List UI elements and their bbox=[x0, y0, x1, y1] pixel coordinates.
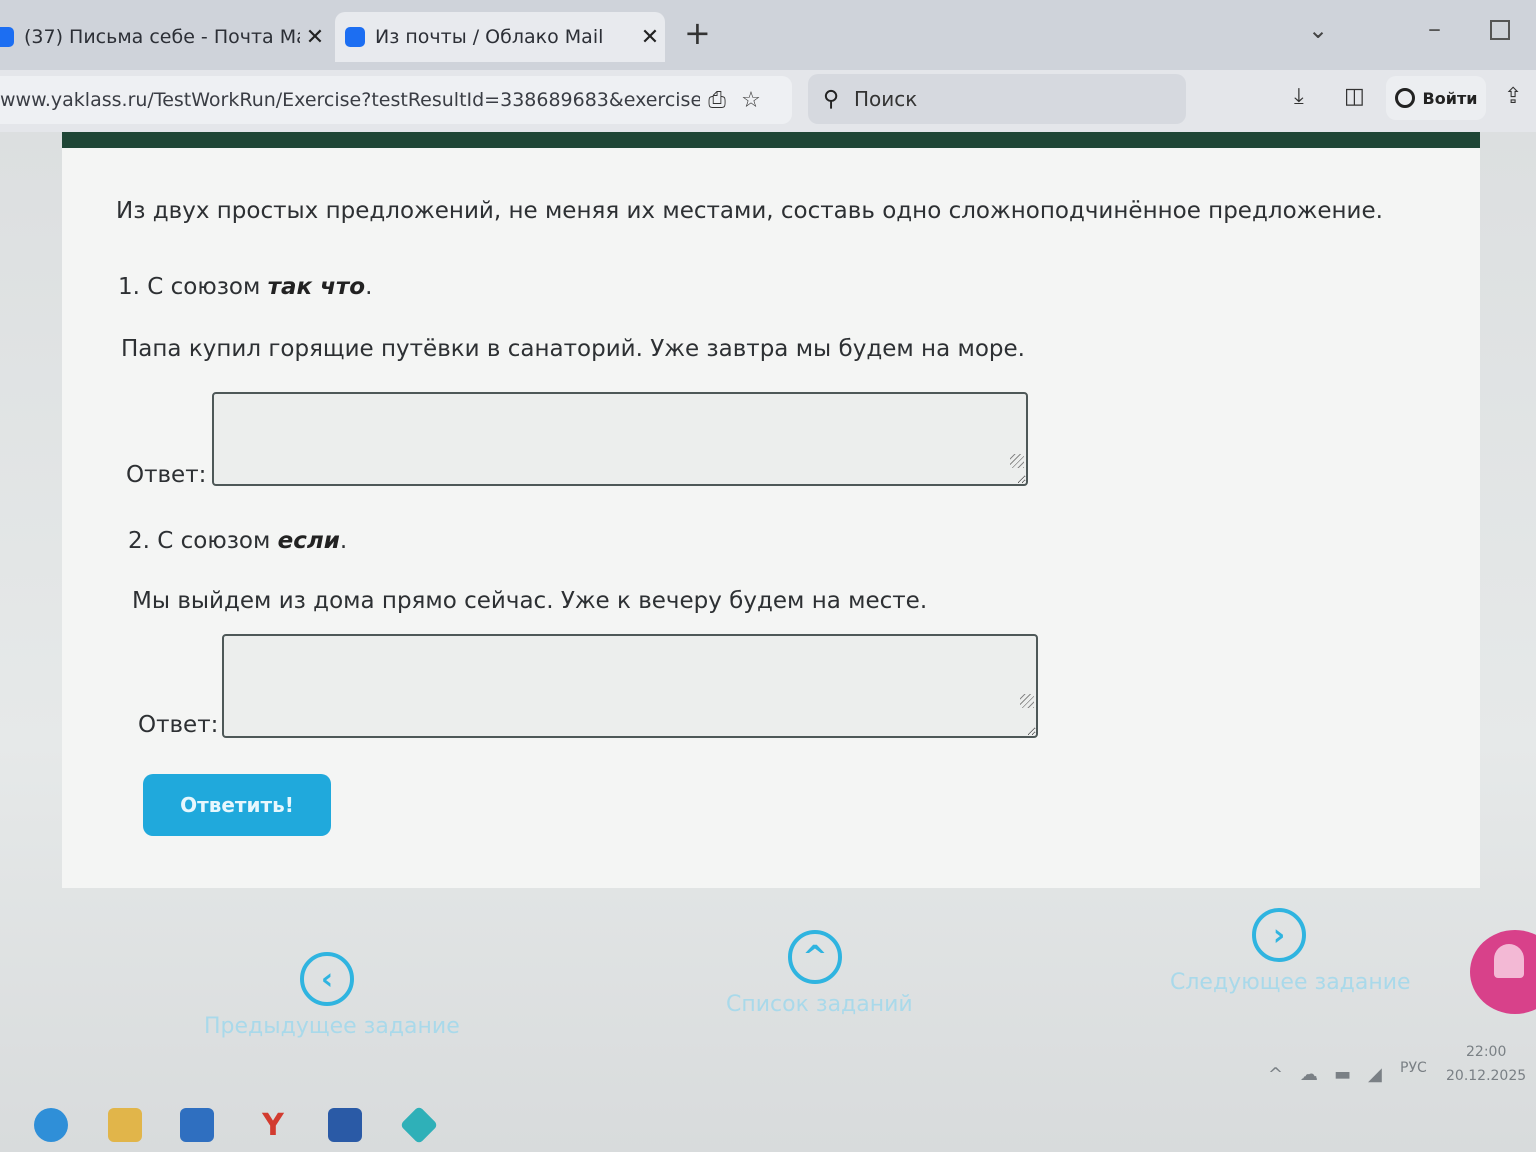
prev-task-link[interactable]: Предыдущее задание bbox=[204, 1014, 460, 1039]
item-1-sentence: Папа купил горящие путёвки в санаторий. … bbox=[121, 336, 1025, 362]
login-label: Войти bbox=[1422, 88, 1478, 108]
answer-label: Ответ: bbox=[138, 712, 219, 738]
answer-label: Ответ: bbox=[126, 462, 207, 488]
close-icon[interactable]: ✕ bbox=[635, 25, 665, 50]
edge-icon[interactable] bbox=[34, 1108, 68, 1142]
close-icon[interactable]: ✕ bbox=[300, 25, 330, 50]
search-placeholder: Поиск bbox=[854, 87, 918, 111]
address-bar[interactable]: www.yaklass.ru/TestWorkRun/Exercise?test… bbox=[0, 76, 792, 124]
conjunction: так что bbox=[267, 274, 366, 300]
cloud-favicon-icon bbox=[345, 27, 365, 47]
item-1-heading: 1. С союзом так что. bbox=[118, 274, 373, 300]
new-tab-button[interactable]: + bbox=[684, 14, 711, 52]
cloud-sync-icon[interactable]: ☁ bbox=[1300, 1064, 1318, 1085]
login-button[interactable]: Войти bbox=[1386, 76, 1486, 120]
bell-icon bbox=[1494, 944, 1524, 978]
next-task-link[interactable]: Следующее задание bbox=[1170, 970, 1411, 995]
tab-cloud[interactable]: Из почты / Облако Mail ✕ bbox=[335, 12, 665, 62]
folder-icon[interactable] bbox=[108, 1108, 142, 1142]
clock-time[interactable]: 22:00 bbox=[1466, 1044, 1506, 1060]
sidebar-icon[interactable]: ◫ bbox=[1344, 84, 1365, 109]
exercise-instruction: Из двух простых предложений, не меняя их… bbox=[116, 198, 1383, 224]
item-2-sentence: Мы выйдем из дома прямо сейчас. Уже к ве… bbox=[132, 588, 928, 614]
browser-toolbar: www.yaklass.ru/TestWorkRun/Exercise?test… bbox=[0, 70, 1536, 132]
browser-tab-bar: (37) Письма себе - Почта Mail ✕ Из почты… bbox=[0, 0, 1536, 70]
clock-date[interactable]: 20.12.2025 bbox=[1446, 1068, 1526, 1084]
mail-favicon-icon bbox=[0, 27, 14, 47]
battery-icon[interactable]: ▬ bbox=[1334, 1064, 1351, 1085]
answer-1-input[interactable] bbox=[212, 392, 1028, 486]
submit-answer-button[interactable]: Ответить! bbox=[143, 774, 331, 836]
word-icon[interactable] bbox=[328, 1108, 362, 1142]
chevron-down-icon[interactable]: ⌄ bbox=[1308, 16, 1328, 44]
search-input[interactable]: ⚲ Поиск bbox=[808, 74, 1186, 124]
tab-title: (37) Письма себе - Почта Mail bbox=[24, 26, 300, 48]
item-2-heading: 2. С союзом если. bbox=[128, 528, 348, 554]
resize-handle-icon[interactable] bbox=[1020, 694, 1034, 708]
yandex-icon[interactable]: Y bbox=[256, 1108, 290, 1143]
screen: (37) Письма себе - Почта Mail ✕ Из почты… bbox=[0, 0, 1536, 1152]
tab-mail[interactable]: (37) Письма себе - Почта Mail ✕ bbox=[0, 12, 330, 62]
minimize-icon[interactable]: – bbox=[1428, 14, 1441, 44]
conjunction: если bbox=[277, 528, 340, 554]
search-icon: ⚲ bbox=[822, 86, 840, 112]
language-indicator[interactable]: РУС bbox=[1400, 1060, 1427, 1076]
install-app-icon[interactable]: ⎙ bbox=[700, 88, 734, 113]
outlook-icon[interactable] bbox=[180, 1108, 214, 1142]
answer-2-input[interactable] bbox=[222, 634, 1038, 738]
tab-title: Из почты / Облако Mail bbox=[375, 26, 604, 48]
chevron-right-icon[interactable]: › bbox=[1252, 908, 1306, 962]
chevron-left-icon[interactable]: ‹ bbox=[300, 952, 354, 1006]
download-icon[interactable]: ⤓ bbox=[1294, 84, 1304, 109]
extensions-icon[interactable]: ⇪ bbox=[1504, 84, 1522, 109]
chevron-up-icon[interactable]: ^ bbox=[1268, 1064, 1283, 1085]
url-text[interactable]: www.yaklass.ru/TestWorkRun/Exercise?test… bbox=[0, 89, 700, 111]
star-icon[interactable]: ☆ bbox=[734, 88, 768, 113]
site-header-strip bbox=[62, 132, 1480, 148]
task-list-link[interactable]: Список заданий bbox=[726, 992, 913, 1017]
wifi-icon[interactable]: ◢ bbox=[1368, 1064, 1382, 1085]
resize-handle-icon[interactable] bbox=[1010, 454, 1024, 468]
chevron-up-icon[interactable]: ^ bbox=[788, 930, 842, 984]
maximize-icon[interactable] bbox=[1490, 20, 1510, 40]
user-icon bbox=[1394, 88, 1415, 108]
